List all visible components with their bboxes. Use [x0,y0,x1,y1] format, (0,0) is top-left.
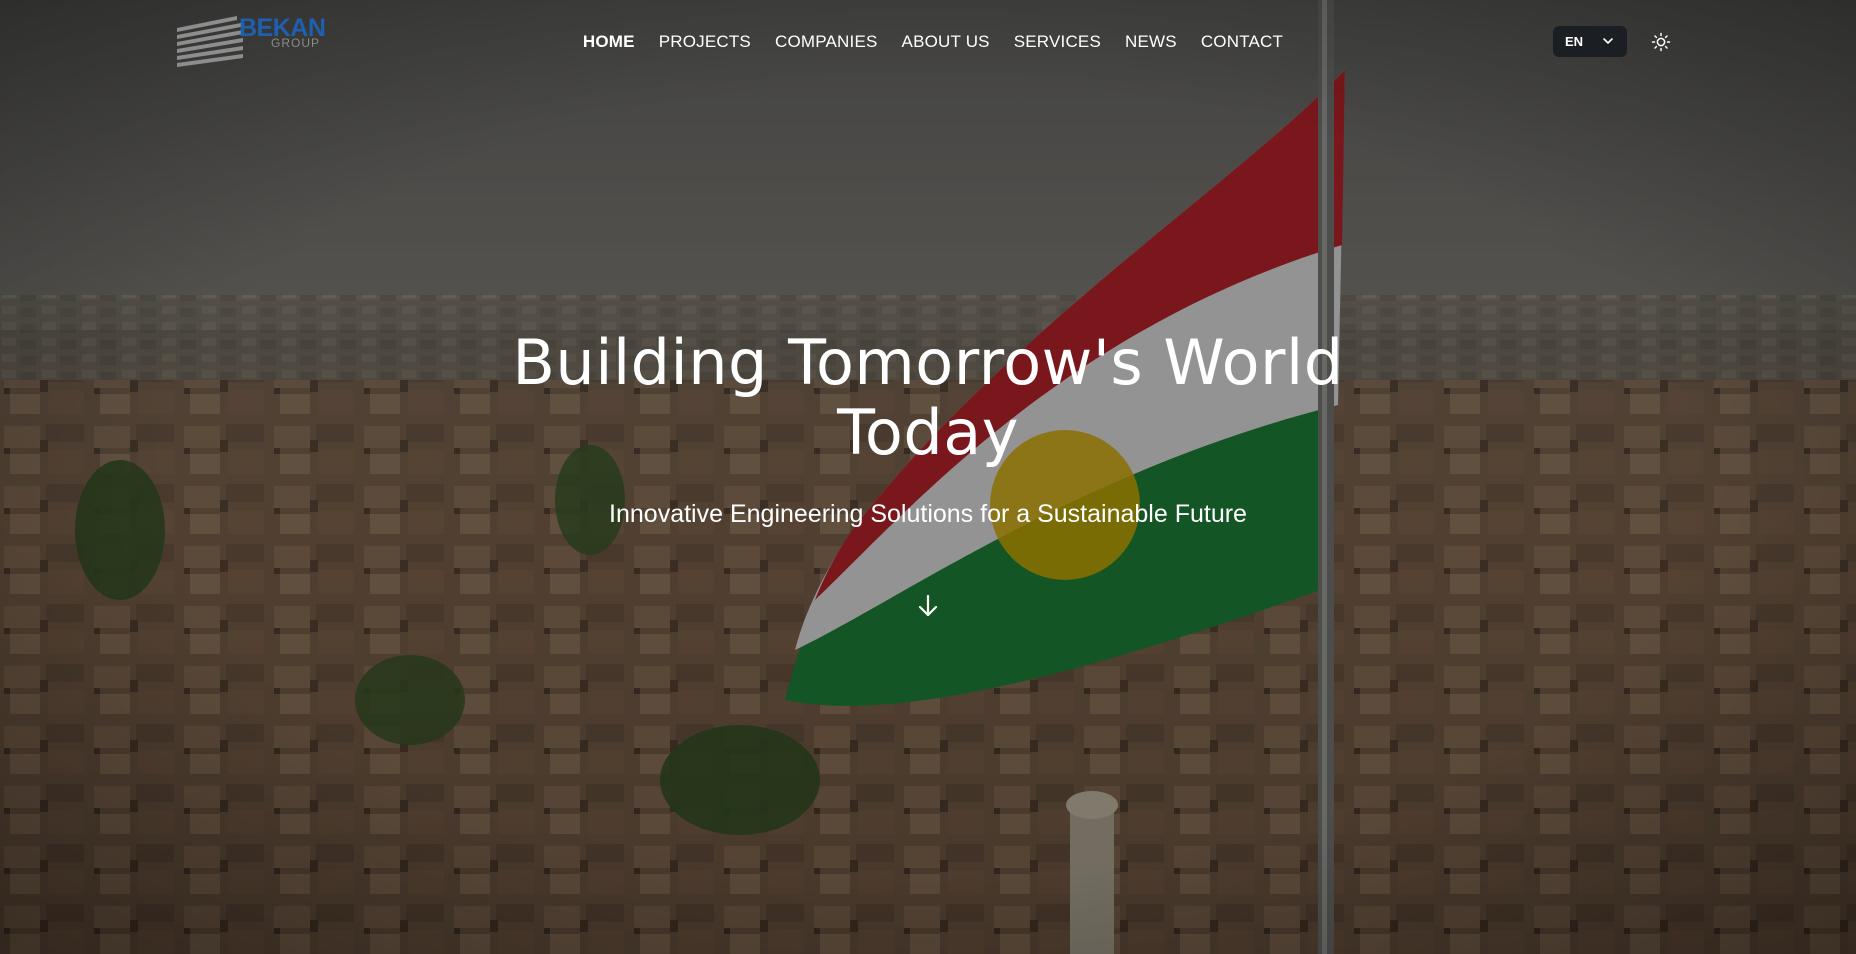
nav-item-home[interactable]: HOME [583,30,635,54]
hero-title-line1: Building Tomorrow's World [512,326,1344,399]
scroll-down-button[interactable] [914,592,942,620]
nav-item-projects[interactable]: PROJECTS [659,30,751,54]
language-selected-label: EN [1565,34,1584,49]
nav-item-news[interactable]: NEWS [1125,30,1177,54]
sun-icon [1651,32,1671,52]
site-header: BEKAN GROUP HOME PROJECTS COMPANIES ABOU… [0,0,1856,84]
nav-item-contact[interactable]: CONTACT [1201,30,1283,54]
hero-dark-overlay [0,0,1856,954]
nav-item-services[interactable]: SERVICES [1014,30,1101,54]
chevron-down-icon [1601,34,1615,51]
hero-subtitle: Innovative Engineering Solutions for a S… [609,500,1247,528]
language-selector[interactable]: EN [1553,26,1627,57]
theme-toggle-button[interactable] [1650,31,1672,53]
hero-title-line2: Today [837,396,1019,469]
nav-item-companies[interactable]: COMPANIES [775,30,878,54]
hero-section: BEKAN GROUP HOME PROJECTS COMPANIES ABOU… [0,0,1856,954]
arrow-down-icon [918,594,938,617]
hero-title: Building Tomorrow's World Today [428,328,1428,468]
nav-item-about-us[interactable]: ABOUT US [902,30,990,54]
